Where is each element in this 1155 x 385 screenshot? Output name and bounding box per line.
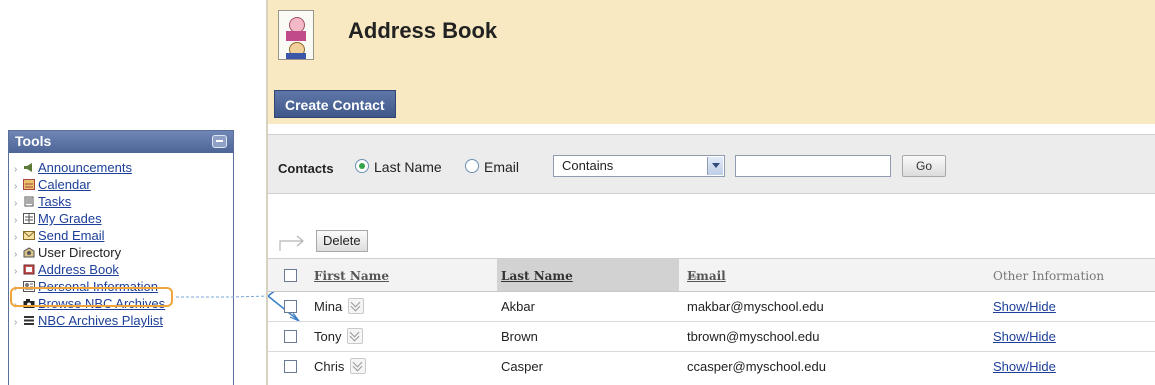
calendar-icon xyxy=(23,179,35,190)
email-header: Email xyxy=(687,259,726,291)
delete-button[interactable]: Delete xyxy=(316,230,368,252)
page-header: Address Book xyxy=(268,0,1155,84)
grades-icon xyxy=(23,213,35,224)
email-sort-link[interactable]: Email xyxy=(687,269,726,283)
directory-icon xyxy=(23,247,35,258)
address-book-icon xyxy=(23,264,35,275)
address-book-icon xyxy=(278,10,314,60)
tools-item-label[interactable]: User Directory xyxy=(38,245,121,260)
other-information-cell: Show/Hide xyxy=(993,322,1056,351)
email-radio[interactable] xyxy=(465,159,479,173)
first-name-value: Chris xyxy=(314,359,345,374)
show-hide-link[interactable]: Show/Hide xyxy=(993,329,1056,344)
tools-item-address-book[interactable]: › Address Book xyxy=(14,261,233,278)
tools-item-nbc-archives-playlist[interactable]: › NBC Archives Playlist xyxy=(14,312,233,329)
row-checkbox[interactable] xyxy=(284,300,297,313)
list-actions: Delete xyxy=(268,228,1155,256)
tasks-icon xyxy=(24,196,34,207)
other-information-cell: Show/Hide xyxy=(993,352,1056,382)
tools-item-user-directory[interactable]: › User Directory xyxy=(14,244,233,261)
tools-item-my-grades[interactable]: › My Grades xyxy=(14,210,233,227)
tools-item-label[interactable]: Send Email xyxy=(38,228,104,243)
last-name-header: Last Name xyxy=(497,259,699,291)
chevron-down-icon[interactable] xyxy=(348,298,365,314)
email-cell: tbrown@myschool.edu xyxy=(687,329,820,344)
last-name-cell: Casper xyxy=(501,359,543,374)
search-bar: Contacts Last Name Email Contains Go xyxy=(268,134,1155,194)
first-name-cell: Tony xyxy=(314,322,364,351)
lastname-radio-label: Last Name xyxy=(374,159,442,175)
page-title: Address Book xyxy=(348,18,498,43)
tools-item-calendar[interactable]: › Calendar xyxy=(14,176,233,193)
collapse-icon[interactable] xyxy=(212,135,227,148)
first-name-cell: Chris xyxy=(314,352,367,382)
operator-select[interactable]: Contains xyxy=(553,155,725,177)
address-book-page: Address Book Create Contact Contacts Las… xyxy=(266,0,1155,385)
table-row: Tony Brown tbrown@myschool.edu Show/Hide xyxy=(268,322,1155,352)
tools-item-label[interactable]: My Grades xyxy=(38,211,102,226)
tools-item-label[interactable]: Announcements xyxy=(38,160,132,175)
tools-item-label[interactable]: Calendar xyxy=(38,177,91,192)
playlist-icon xyxy=(24,316,34,325)
chevron-right-icon: › xyxy=(14,317,18,328)
tools-item-announcements[interactable]: › Announcements xyxy=(14,159,233,176)
row-checkbox[interactable] xyxy=(284,360,297,373)
first-name-cell: Mina xyxy=(314,292,365,321)
other-information-header: Other Information xyxy=(993,269,1105,283)
email-cell: ccasper@myschool.edu xyxy=(687,359,826,374)
megaphone-icon xyxy=(24,163,32,172)
search-input[interactable] xyxy=(735,155,891,177)
email-icon xyxy=(23,231,35,240)
contacts-label: Contacts xyxy=(278,161,334,176)
last-name-sort-link[interactable]: Last Name xyxy=(501,269,573,283)
tools-item-send-email[interactable]: › Send Email xyxy=(14,227,233,244)
first-name-sort-link[interactable]: First Name xyxy=(314,269,389,283)
create-contact-button[interactable]: Create Contact xyxy=(274,90,396,118)
action-bar: Create Contact xyxy=(268,84,1155,124)
first-name-value: Mina xyxy=(314,299,343,314)
tools-header: Tools xyxy=(9,131,233,153)
chevron-down-icon[interactable] xyxy=(347,328,364,344)
chevron-down-icon[interactable] xyxy=(707,157,723,175)
select-all-checkbox[interactable] xyxy=(284,269,297,282)
tools-panel: Tools › Announcements › Calendar › Tasks › M… xyxy=(8,130,234,385)
operator-select-value: Contains xyxy=(562,158,614,173)
table-header-row: First Name Last Name Email Other Informa… xyxy=(268,258,1155,292)
tools-item-tasks[interactable]: › Tasks xyxy=(14,193,233,210)
tools-item-label[interactable]: Address Book xyxy=(38,262,119,277)
first-name-header: First Name xyxy=(314,259,389,291)
go-button[interactable]: Go xyxy=(902,155,946,177)
first-name-value: Tony xyxy=(314,329,342,344)
table-row: Mina Akbar makbar@myschool.edu Show/Hide xyxy=(268,292,1155,322)
email-radio-label: Email xyxy=(484,159,520,175)
tools-item-label[interactable]: NBC Archives Playlist xyxy=(38,313,163,328)
show-hide-link[interactable]: Show/Hide xyxy=(993,299,1056,314)
tools-title: Tools xyxy=(15,133,52,149)
email-cell: makbar@myschool.edu xyxy=(687,299,824,314)
chevron-down-icon[interactable] xyxy=(350,358,367,374)
other-information-cell: Show/Hide xyxy=(993,292,1056,321)
row-checkbox[interactable] xyxy=(284,330,297,343)
last-name-cell: Akbar xyxy=(501,299,535,314)
lastname-radio[interactable] xyxy=(355,159,369,173)
show-hide-link[interactable]: Show/Hide xyxy=(993,359,1056,374)
table-row: Chris Casper ccasper@myschool.edu Show/H… xyxy=(268,352,1155,382)
tools-item-label[interactable]: Tasks xyxy=(38,194,71,209)
bent-arrow-icon xyxy=(279,235,304,251)
last-name-cell: Brown xyxy=(501,329,538,344)
address-book-highlight xyxy=(10,287,173,307)
